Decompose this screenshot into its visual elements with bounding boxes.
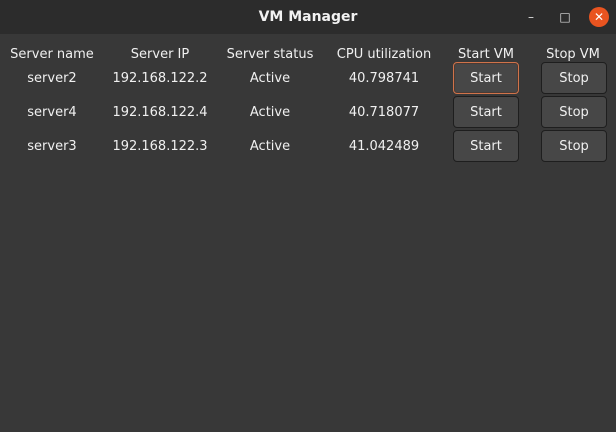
table-row: server3 192.168.122.3 Active 41.042489 S… [0, 130, 616, 164]
server-name-cell: server4 [27, 105, 77, 120]
server-ip-cell: 192.168.122.3 [112, 139, 208, 154]
server-name-cell: server2 [27, 71, 77, 86]
server-ip-cell: 192.168.122.4 [112, 105, 208, 120]
server-name-cell: server3 [27, 139, 77, 154]
minimize-icon[interactable]: – [521, 7, 541, 27]
stop-vm-button[interactable]: Stop [541, 130, 607, 162]
cpu-utilization-cell: 41.042489 [348, 139, 420, 154]
close-icon[interactable]: ✕ [589, 7, 609, 27]
maximize-icon[interactable]: □ [555, 7, 575, 27]
vm-manager-window: VM Manager – □ ✕ Server name Server IP S… [0, 0, 616, 432]
server-status-cell: Active [249, 105, 291, 120]
title-bar: VM Manager – □ ✕ [0, 0, 616, 34]
stop-vm-button[interactable]: Stop [541, 96, 607, 128]
table-row: server2 192.168.122.2 Active 40.798741 S… [0, 62, 616, 96]
server-table: Server name Server IP Server status CPU … [0, 34, 616, 432]
stop-vm-button[interactable]: Stop [541, 62, 607, 94]
start-vm-button[interactable]: Start [453, 130, 519, 162]
start-vm-button[interactable]: Start [453, 96, 519, 128]
table-row: server4 192.168.122.4 Active 40.718077 S… [0, 96, 616, 130]
cpu-utilization-cell: 40.718077 [348, 105, 420, 120]
cpu-utilization-cell: 40.798741 [348, 71, 420, 86]
server-status-cell: Active [249, 71, 291, 86]
server-ip-cell: 192.168.122.2 [112, 71, 208, 86]
start-vm-button[interactable]: Start [453, 62, 519, 94]
server-status-cell: Active [249, 139, 291, 154]
